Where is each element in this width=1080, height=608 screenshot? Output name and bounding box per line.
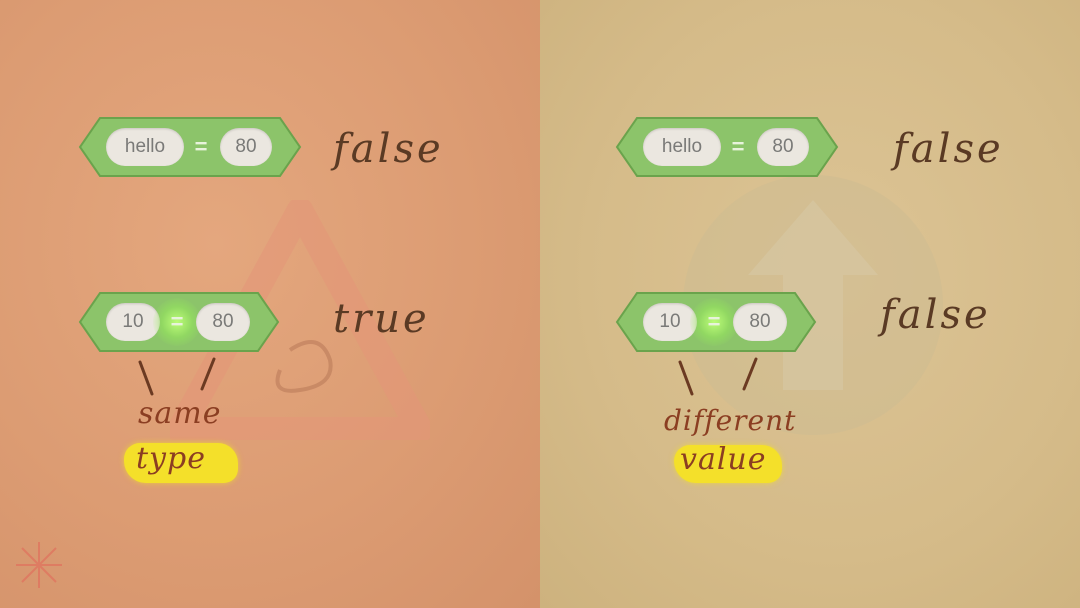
note-line1: same: [138, 396, 222, 431]
comparison-block-hello-80[interactable]: hello = 80: [615, 115, 875, 179]
left-panel: hello = 80 false 10 = 80 true same type: [0, 0, 540, 608]
result-text: true: [333, 296, 430, 342]
comparison-block-hello-80[interactable]: hello = 80: [78, 115, 338, 179]
left-operand-slot[interactable]: hello: [643, 128, 721, 166]
pointer-stroke-left: [138, 360, 154, 396]
comparison-block-10-80[interactable]: 10 = 80: [78, 290, 338, 354]
left-operand-slot[interactable]: 10: [643, 303, 697, 341]
result-text: false: [880, 292, 991, 338]
pointer-stroke-left: [678, 360, 694, 396]
equals-operator: =: [170, 309, 184, 334]
right-operand-slot[interactable]: 80: [220, 128, 272, 166]
equals-operator: =: [731, 134, 745, 159]
right-operand-slot[interactable]: 80: [757, 128, 809, 166]
comparison-block-10-80[interactable]: 10 = 80: [615, 290, 875, 354]
left-operand-slot[interactable]: 10: [106, 303, 160, 341]
result-text: false: [333, 126, 444, 172]
equals-operator: =: [194, 134, 208, 159]
burst-stamp-icon: [16, 542, 62, 588]
right-operand-slot[interactable]: 80: [733, 303, 787, 341]
note-line2: type: [136, 441, 206, 476]
pointer-stroke-right: [742, 357, 758, 391]
right-panel: hello = 80 false 10 = 80 false different…: [540, 0, 1080, 608]
right-operand-slot[interactable]: 80: [196, 303, 250, 341]
result-text: false: [893, 126, 1004, 172]
pointer-stroke-right: [200, 357, 216, 391]
left-operand-slot[interactable]: hello: [106, 128, 184, 166]
equals-operator: =: [707, 309, 721, 334]
note-line1: different: [664, 404, 797, 437]
note-line2: value: [680, 442, 767, 477]
